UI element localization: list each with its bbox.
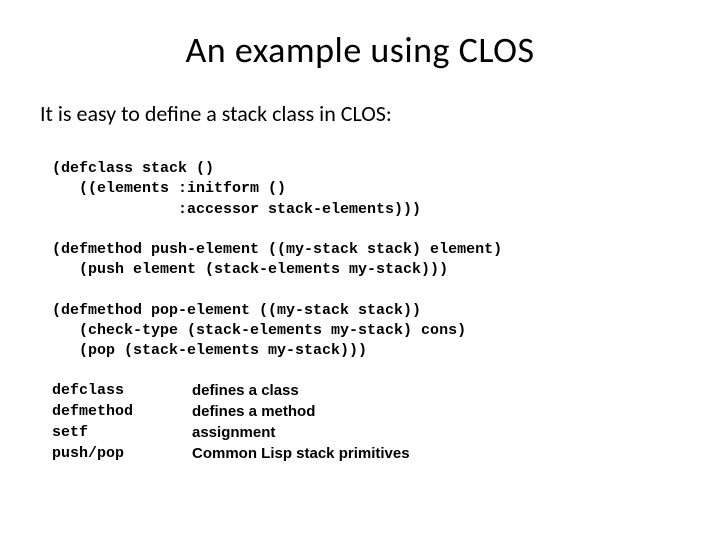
slide-subtitle: It is easy to define a stack class in CL… xyxy=(40,100,680,127)
code-block: (defclass stack () ((elements :initform … xyxy=(52,159,680,362)
definition-meanings: defines a class defines a method assignm… xyxy=(192,380,410,464)
definitions-table: defclass defmethod setf push/pop defines… xyxy=(52,380,680,464)
slide-title: An example using CLOS xyxy=(40,28,680,72)
slide: An example using CLOS It is easy to defi… xyxy=(0,0,720,540)
definition-terms: defclass defmethod setf push/pop xyxy=(52,380,192,464)
